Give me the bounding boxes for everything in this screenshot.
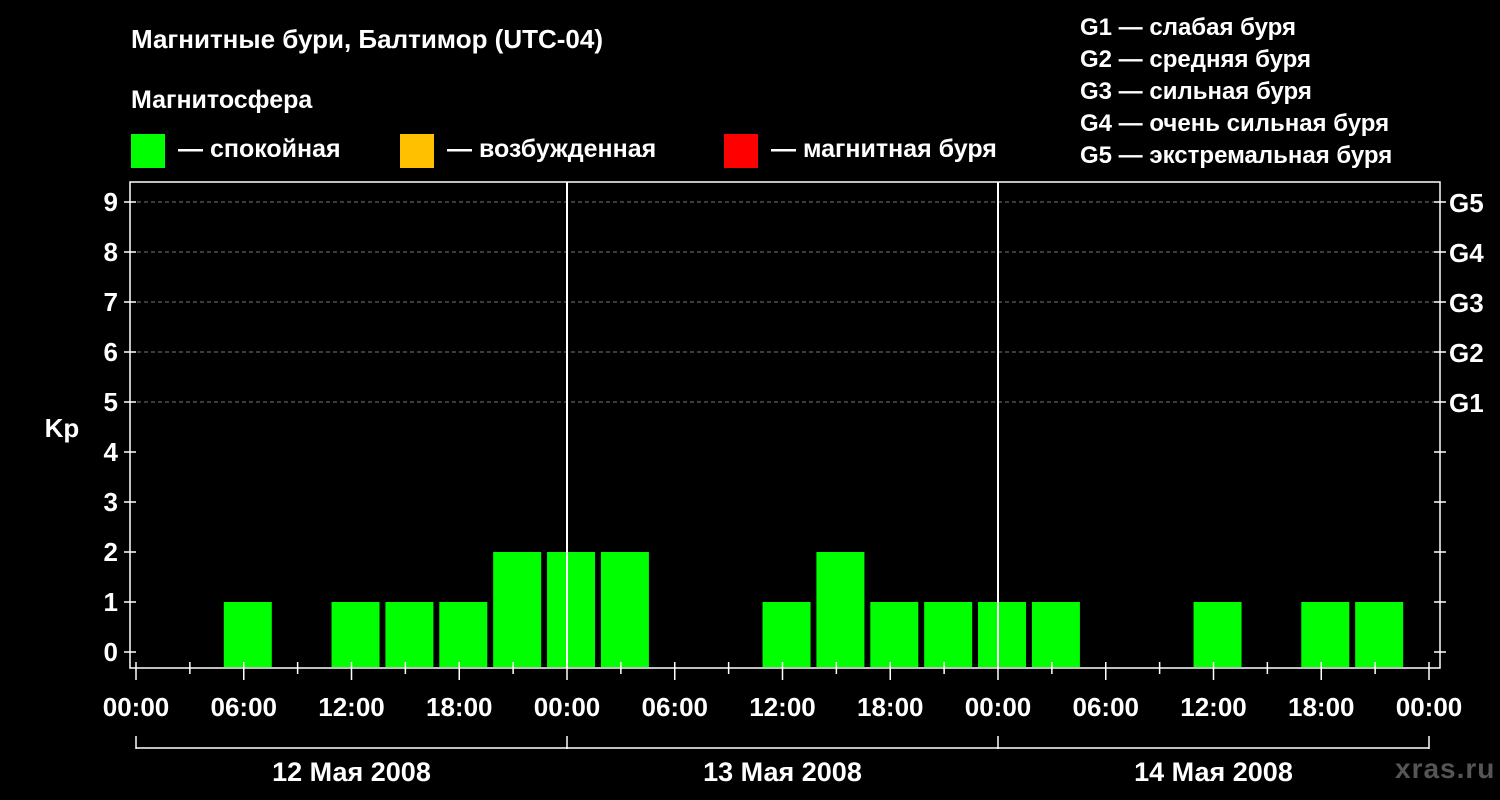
plot-frame xyxy=(129,181,1441,669)
kp-bar xyxy=(223,602,272,667)
y-axis-label: Kp xyxy=(45,413,80,443)
kp-chart: 0 1 2 3 4 5 6 7 8 9 G1 G2 G3 G4 G5 Kp 00:00 06:00 12:00 18:… xyxy=(45,181,1484,787)
kp-bar xyxy=(385,602,434,667)
x-tick-label: 18:00 xyxy=(857,692,924,722)
kp-bar xyxy=(439,602,488,667)
y-tick-label: 1 xyxy=(104,587,118,617)
kp-bar xyxy=(762,602,811,667)
storm-level-label: G3 xyxy=(1449,288,1484,318)
y-tick-label: 7 xyxy=(104,287,118,317)
x-tick-label: 06:00 xyxy=(211,692,278,722)
kp-bar xyxy=(1193,602,1242,667)
x-tick-label: 12:00 xyxy=(318,692,385,722)
day-label: 14 Мая 2008 xyxy=(1134,757,1293,787)
x-tick-label: 06:00 xyxy=(1073,692,1140,722)
storm-level-label: G1 xyxy=(1449,388,1484,418)
storm-level-label: G2 xyxy=(1449,338,1484,368)
kp-bar xyxy=(870,602,919,667)
x-tick-label: 12:00 xyxy=(749,692,816,722)
storm-level-label: G5 xyxy=(1449,188,1484,218)
kp-bar xyxy=(1355,602,1404,667)
x-tick-label: 00:00 xyxy=(534,692,601,722)
x-tick-label: 18:00 xyxy=(1288,692,1355,722)
kp-bar xyxy=(547,552,596,667)
y-tick-label: 0 xyxy=(104,637,118,667)
x-tick-label: 00:00 xyxy=(965,692,1032,722)
x-tick-label: 18:00 xyxy=(426,692,493,722)
watermark: xras.ru xyxy=(1395,753,1496,784)
x-tick-label: 06:00 xyxy=(642,692,709,722)
kp-bar xyxy=(1301,602,1350,667)
x-tick-label: 00:00 xyxy=(103,692,170,722)
kp-bar xyxy=(816,552,865,667)
kp-bar xyxy=(600,552,649,667)
kp-bar xyxy=(924,602,973,667)
day-label: 13 Мая 2008 xyxy=(703,757,862,787)
day-label: 12 Мая 2008 xyxy=(272,757,431,787)
kp-bar xyxy=(978,602,1027,667)
y-tick-label: 5 xyxy=(104,387,118,417)
kp-bar xyxy=(493,552,542,667)
y-tick-label: 4 xyxy=(104,437,119,467)
y-tick-label: 2 xyxy=(104,537,118,567)
kp-bar xyxy=(331,602,380,667)
y-tick-label: 8 xyxy=(104,237,118,267)
storm-level-label: G4 xyxy=(1449,238,1484,268)
y-tick-label: 9 xyxy=(104,187,118,217)
y-tick-label: 6 xyxy=(104,337,118,367)
y-tick-label: 3 xyxy=(104,487,118,517)
x-tick-label: 12:00 xyxy=(1180,692,1247,722)
kp-bar xyxy=(1031,602,1080,667)
x-tick-label: 00:00 xyxy=(1396,692,1463,722)
